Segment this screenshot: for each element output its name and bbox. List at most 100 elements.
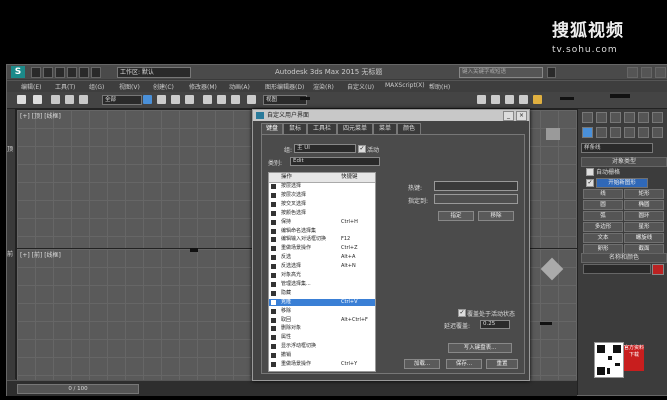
viewport-front-label[interactable]: [+] [前] [线框]	[20, 250, 61, 259]
close-icon[interactable]	[655, 67, 666, 78]
hotkey-input[interactable]	[434, 181, 518, 191]
shape-button-helix[interactable]: 螺旋线	[624, 233, 664, 243]
redo-quick-icon[interactable]	[79, 67, 89, 78]
tab-quads[interactable]: 四元菜单	[337, 123, 373, 134]
time-slider[interactable]: 0 / 100	[17, 384, 139, 394]
action-row[interactable]: 显示浮动框切换	[269, 343, 375, 351]
start-new-shape-button[interactable]: 开始新图形	[596, 178, 648, 188]
tab-keyboard[interactable]: 键盘	[261, 123, 283, 134]
search-icon[interactable]	[547, 67, 556, 78]
workspace-dropdown[interactable]: 工作区: 默认	[117, 67, 191, 78]
helpers-icon[interactable]	[638, 127, 649, 138]
shape-button-star[interactable]: 星形	[624, 222, 664, 232]
action-row[interactable]: 编辑命名选择集	[269, 228, 375, 236]
shape-button-ellipse[interactable]: 椭圆	[624, 200, 664, 210]
action-row[interactable]: 按颜色选择	[269, 210, 375, 218]
action-row[interactable]: 按层选择	[269, 183, 375, 191]
move-icon[interactable]	[203, 95, 212, 104]
geometry-icon[interactable]	[582, 127, 593, 138]
dialog-minimize-icon[interactable]: _	[503, 111, 514, 121]
unlink-icon[interactable]	[65, 95, 74, 104]
action-row[interactable]: 属性	[269, 334, 375, 342]
action-row[interactable]: 重做场景操作 Ctrl+Z	[269, 245, 375, 253]
shape-button-arc[interactable]: 弧	[583, 211, 623, 221]
select-by-name-icon[interactable]	[157, 95, 166, 104]
dialog-close-icon[interactable]: ×	[516, 111, 527, 121]
bind-spacewarp-icon[interactable]	[79, 95, 88, 104]
minimize-icon[interactable]	[627, 67, 638, 78]
action-column-header[interactable]: 操作	[281, 173, 292, 182]
action-row[interactable]: 编辑输入对话框切换 F12	[269, 236, 375, 244]
menu-views[interactable]: 视图(V)	[119, 82, 140, 91]
reference-coord-icon[interactable]	[247, 95, 256, 104]
action-row[interactable]: 按层次选择	[269, 192, 375, 200]
action-row[interactable]: 删除对象	[269, 325, 375, 333]
tab-menus[interactable]: 菜单	[373, 123, 397, 134]
menu-create[interactable]: 创建(C)	[153, 82, 174, 91]
utilities-tab-icon[interactable]	[652, 112, 663, 123]
action-row[interactable]: 管理选择集...	[269, 281, 375, 289]
object-name-field[interactable]	[583, 264, 651, 274]
open-file-icon[interactable]	[43, 67, 53, 78]
new-file-icon[interactable]	[31, 67, 41, 78]
schematic-view-icon[interactable]	[477, 95, 486, 104]
menu-rendering[interactable]: 渲染(R)	[313, 82, 334, 91]
override-active-checkbox[interactable]: ✓	[458, 309, 466, 317]
motion-tab-icon[interactable]	[624, 112, 635, 123]
object-color-swatch[interactable]	[652, 264, 664, 275]
auto-grid-checkbox[interactable]	[586, 168, 594, 176]
shapes-icon[interactable]	[596, 127, 607, 138]
render-teapot-icon[interactable]	[533, 95, 542, 104]
scale-icon[interactable]	[231, 95, 240, 104]
save-file-icon[interactable]	[55, 67, 65, 78]
viewport-top-label[interactable]: [+] [顶] [线框]	[20, 111, 61, 120]
action-row[interactable]: 保持 Ctrl+H	[269, 219, 375, 227]
display-tab-icon[interactable]	[638, 112, 649, 123]
hierarchy-tab-icon[interactable]	[610, 112, 621, 123]
undo-quick-icon[interactable]	[67, 67, 77, 78]
save-button[interactable]: 保存...	[446, 359, 482, 369]
action-row[interactable]: 移除	[269, 308, 375, 316]
undo-icon[interactable]	[17, 95, 26, 104]
shape-button-line[interactable]: 线	[583, 189, 623, 199]
window-crossing-icon[interactable]	[185, 95, 194, 104]
action-row[interactable]: 反选 Alt+A	[269, 254, 375, 262]
project-folder-icon[interactable]	[91, 67, 101, 78]
viewport-top[interactable]: [+] [顶] [线框]	[16, 109, 288, 249]
menu-group[interactable]: 组(G)	[89, 82, 104, 91]
name-color-rollout[interactable]: 名称和颜色	[581, 253, 667, 263]
action-row[interactable]: 撤销	[269, 352, 375, 360]
action-row[interactable]: 隐藏	[269, 290, 375, 298]
modify-tab-icon[interactable]	[596, 112, 607, 123]
delay-override-spinner[interactable]: 0.25	[480, 320, 510, 329]
shape-button-ngon[interactable]: 多边形	[583, 222, 623, 232]
viewcube-icon[interactable]	[546, 128, 560, 140]
viewport-front[interactable]: [+] [前] [线框]	[16, 248, 288, 381]
action-row[interactable]: 克隆 Ctrl+V	[269, 298, 375, 307]
reset-button[interactable]: 重置	[486, 359, 518, 369]
action-row[interactable]: 重做场景操作 Ctrl+Y	[269, 361, 375, 369]
menu-animation[interactable]: 动画(A)	[229, 82, 250, 91]
link-icon[interactable]	[51, 95, 60, 104]
menu-edit[interactable]: 编辑(E)	[21, 82, 41, 91]
menu-maxscript[interactable]: MAXScript(X)	[385, 82, 425, 89]
redo-icon[interactable]	[33, 95, 42, 104]
active-checkbox[interactable]: ✓	[358, 145, 366, 153]
viewcube-perspective-icon[interactable]	[540, 257, 564, 281]
shortcut-column-header[interactable]: 快捷键	[341, 173, 358, 182]
action-row[interactable]: 反选选择 Alt+N	[269, 263, 375, 271]
object-type-rollout[interactable]: 对象类型	[581, 157, 667, 167]
menu-graph-editors[interactable]: 图形编辑器(D)	[265, 82, 304, 91]
cameras-icon[interactable]	[624, 127, 635, 138]
tab-colors[interactable]: 颜色	[397, 123, 421, 134]
tab-toolbars[interactable]: 工具栏	[307, 123, 337, 134]
menu-modifiers[interactable]: 修改器(M)	[189, 82, 217, 91]
shape-button-circle[interactable]: 圆	[583, 200, 623, 210]
render-setup-icon[interactable]	[505, 95, 514, 104]
tab-mouse[interactable]: 鼠标	[283, 123, 307, 134]
action-row[interactable]: 按交叉选择	[269, 201, 375, 209]
shape-button-rectangle[interactable]: 矩形	[624, 189, 664, 199]
rotate-icon[interactable]	[217, 95, 226, 104]
region-select-icon[interactable]	[171, 95, 180, 104]
action-row[interactable]: 对象高光	[269, 272, 375, 280]
